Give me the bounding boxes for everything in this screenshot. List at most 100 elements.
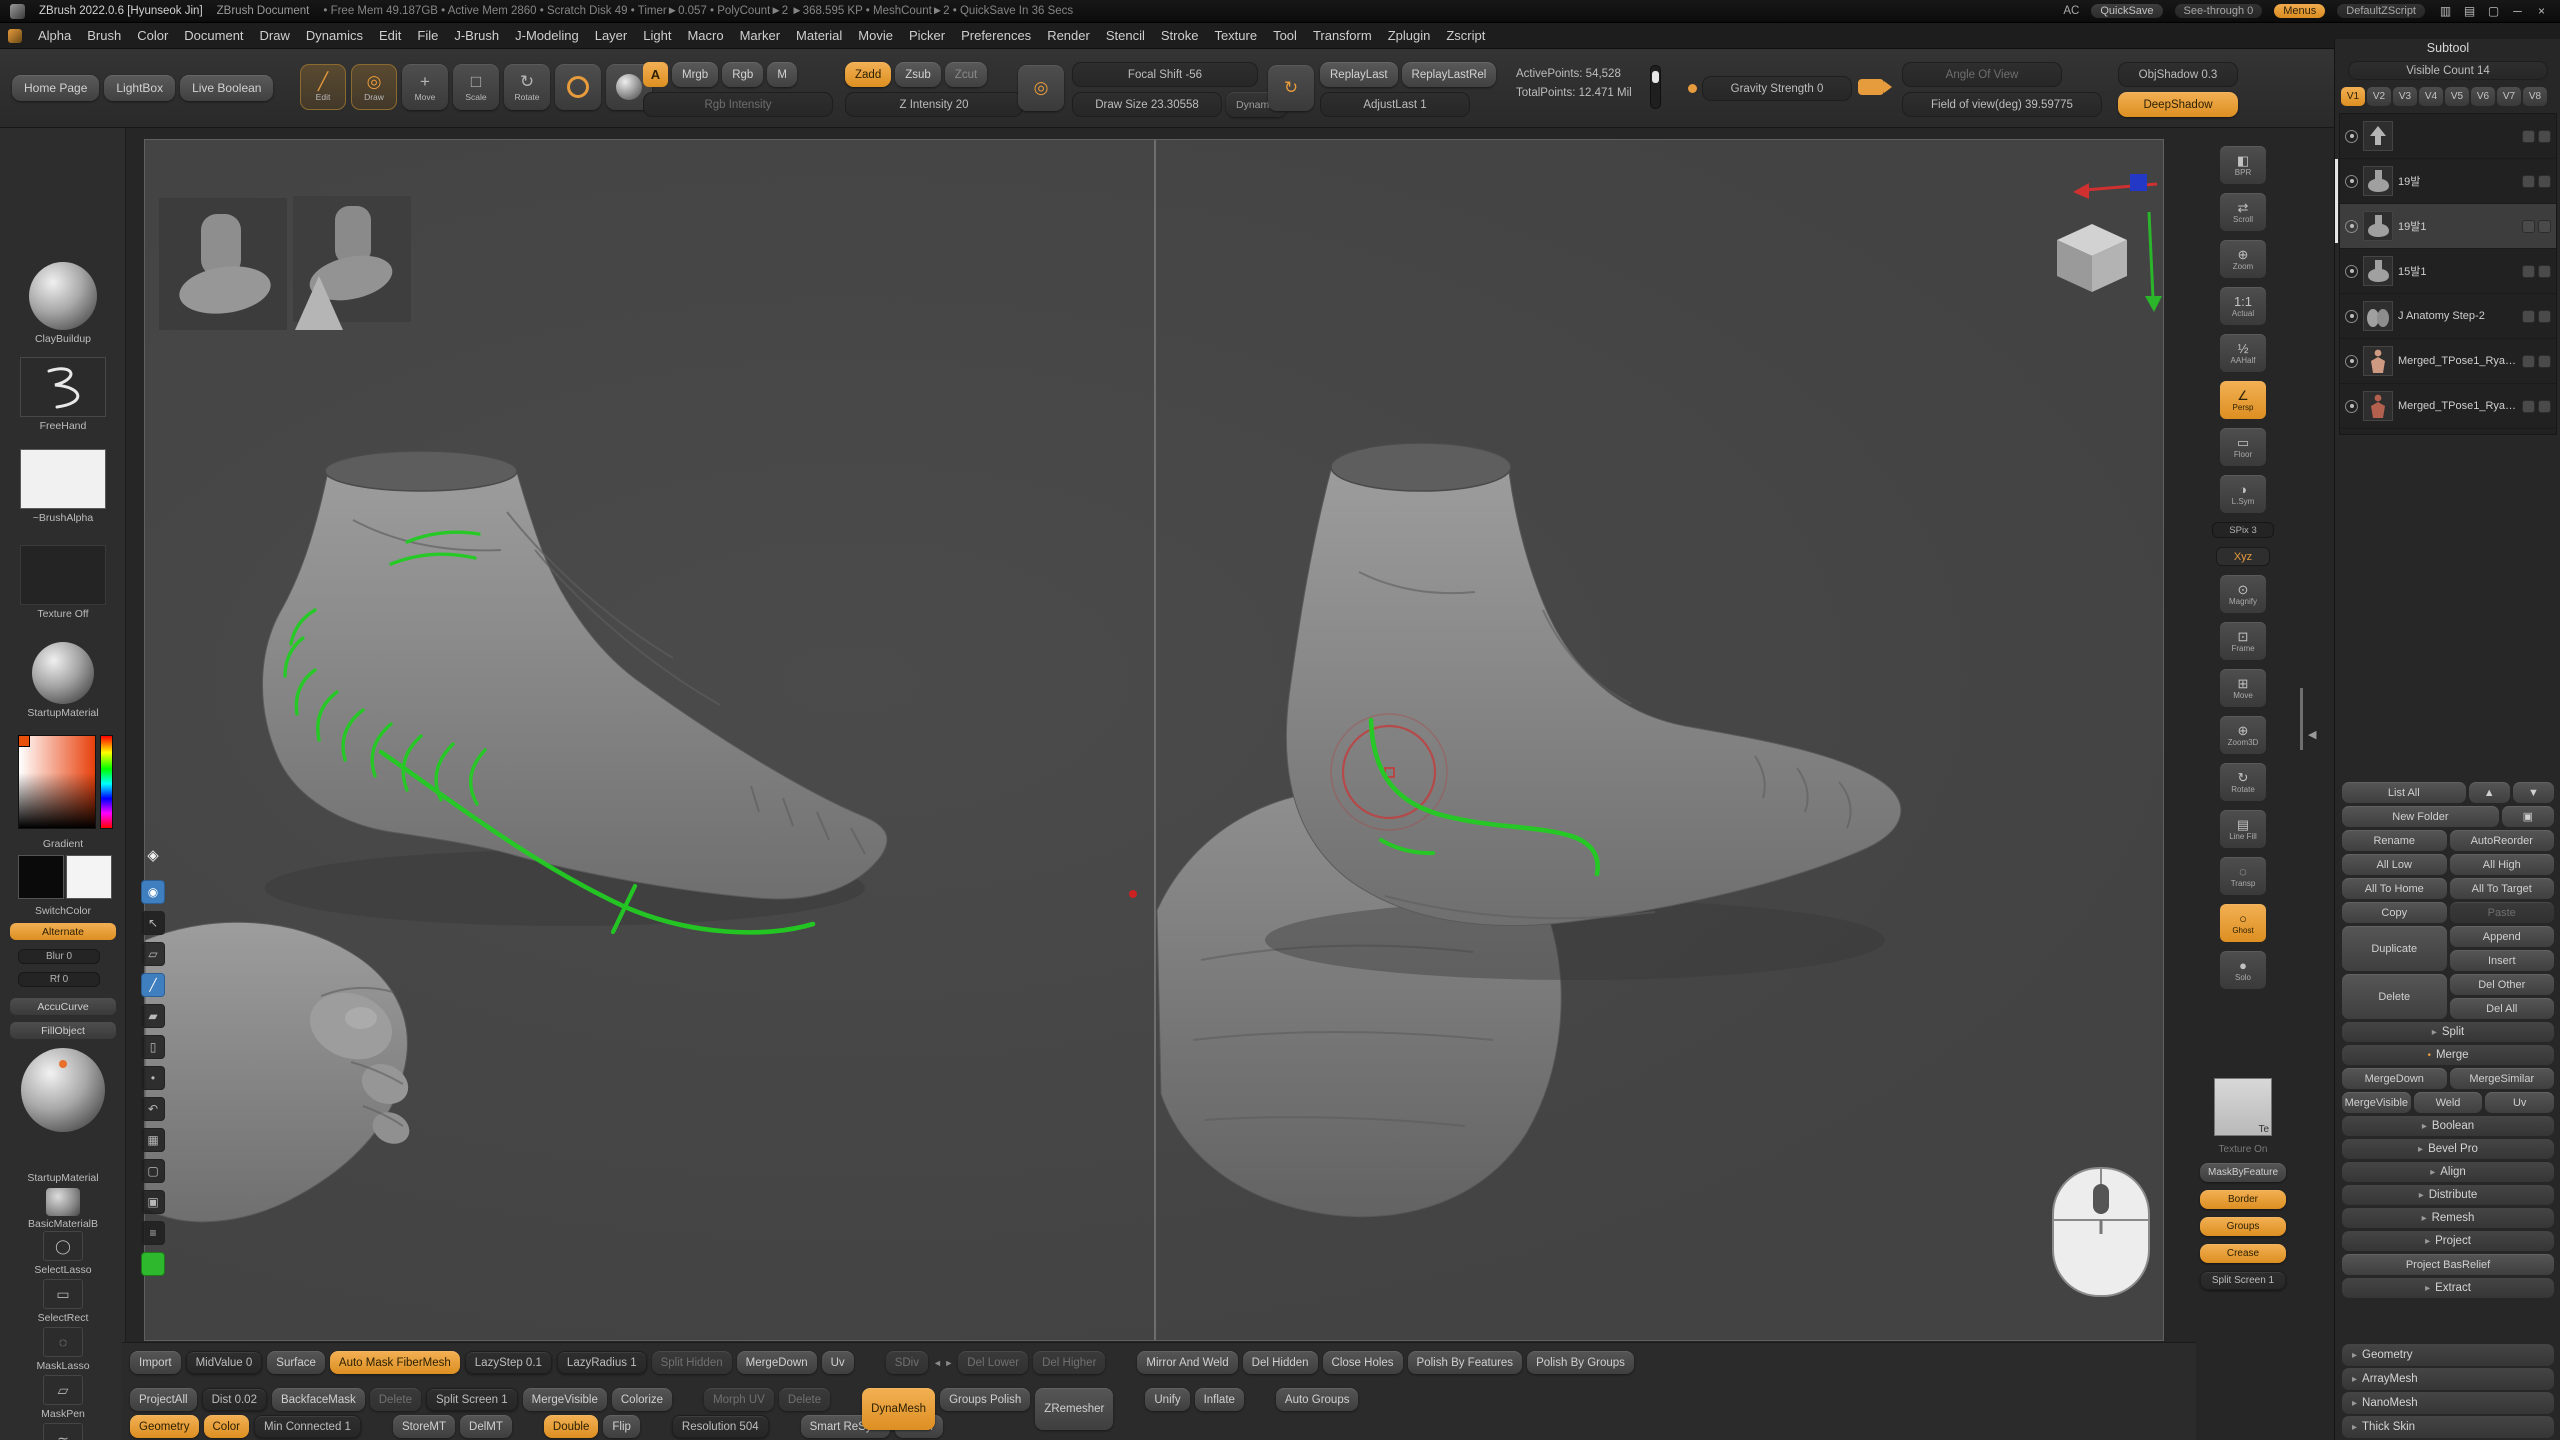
button-mergevisible[interactable]: MergeVisible [523, 1388, 607, 1411]
field-of-view-slider[interactable]: Field of view(deg) 39.59775 [1902, 92, 2102, 117]
shelf-bpr-button[interactable]: ◧BPR [2220, 146, 2266, 184]
button-uv[interactable]: Uv [822, 1351, 854, 1374]
shelf-transp-button[interactable]: ◌Transp [2220, 857, 2266, 895]
shelf-zoom-button[interactable]: ⊕Zoom [2220, 240, 2266, 278]
zadd-button[interactable]: Zadd [845, 62, 891, 87]
current-material-ball[interactable] [21, 1048, 105, 1132]
button-uv[interactable]: Uv [2485, 1092, 2554, 1113]
shelf-zoom3d-button[interactable]: ⊕Zoom3D [2220, 716, 2266, 754]
tab-v7[interactable]: V7 [2497, 87, 2521, 106]
uv-toggle-icon[interactable] [2538, 355, 2551, 368]
button-project-basrelief[interactable]: Project BasRelief [2342, 1254, 2554, 1275]
rf-slider[interactable]: Rf 0 [18, 972, 100, 987]
claybuildup-thumbnail[interactable] [29, 262, 97, 330]
subtool-item-6[interactable]: Merged_TPose1_Ryan_Kingslie... [2340, 384, 2556, 429]
adjust-last-slider[interactable]: AdjustLast 1 [1320, 92, 1470, 117]
visible-count-slider[interactable]: Visible Count 14 [2348, 61, 2548, 80]
menu-layer[interactable]: Layer [587, 26, 636, 45]
z-intensity-slider[interactable]: Z Intensity 20 [845, 92, 1023, 117]
brush-slot-freehand[interactable]: FreeHand [0, 357, 126, 432]
button-rename[interactable]: Rename [2342, 830, 2447, 851]
menu-material[interactable]: Material [788, 26, 850, 45]
move-button[interactable]: + Move [402, 64, 448, 110]
paint-toggle-icon[interactable] [2522, 265, 2535, 278]
visibility-eye-icon[interactable] [2345, 265, 2358, 278]
border-button[interactable]: Border [2200, 1190, 2286, 1209]
button-groups-polish[interactable]: Groups Polish [940, 1388, 1030, 1411]
uv-toggle-icon[interactable] [2538, 175, 2551, 188]
button-color[interactable]: Color [204, 1415, 249, 1438]
edit-button[interactable]: ╱ Edit [300, 64, 346, 110]
crease-button[interactable]: Crease [2200, 1244, 2286, 1263]
button-mergevisible[interactable]: MergeVisible [2342, 1092, 2411, 1113]
replay-last-button[interactable]: ReplayLast [1320, 62, 1398, 87]
button-mergedown[interactable]: MergeDown [737, 1351, 817, 1374]
points-vertical-slider[interactable] [1650, 65, 1661, 109]
quicksave-button[interactable]: QuickSave [2091, 4, 2162, 18]
subtool-item-1[interactable]: 19발 [2340, 159, 2556, 204]
button-storemt[interactable]: StoreMT [393, 1415, 455, 1438]
button-auto-mask-fibermesh[interactable]: Auto Mask FiberMesh [330, 1351, 460, 1374]
default-zscript-button[interactable]: DefaultZScript [2337, 4, 2425, 18]
angle-of-view-slider[interactable]: Angle Of View [1902, 62, 2062, 87]
button-del-lower[interactable]: Del Lower [958, 1351, 1028, 1374]
button-del-higher[interactable]: Del Higher [1033, 1351, 1105, 1374]
button-weld[interactable]: Weld [2414, 1092, 2483, 1113]
brush-slot-texture-off[interactable]: Texture Off [0, 545, 126, 620]
gravity-strength-slider[interactable]: Gravity Strength 0 [1702, 76, 1852, 101]
camera-icon[interactable] [1858, 79, 1884, 95]
button-item[interactable]: ▣ [2502, 806, 2554, 827]
shelf-ghost-button[interactable]: ○Ghost [2220, 904, 2266, 942]
button-del-other[interactable]: Del Other [2450, 974, 2555, 995]
ac-label[interactable]: AC [2063, 5, 2079, 17]
grid-icon[interactable]: ▦ [141, 1128, 165, 1152]
visibility-eye-icon[interactable] [2345, 310, 2358, 323]
menu-zplugin[interactable]: Zplugin [1380, 26, 1439, 45]
button-lazystep-0-1[interactable]: LazyStep 0.1 [465, 1351, 552, 1374]
menu-tool[interactable]: Tool [1265, 26, 1305, 45]
section-arraymesh[interactable]: ▸ArrayMesh [2342, 1368, 2554, 1390]
button-copy[interactable]: Copy [2342, 902, 2447, 923]
menu-draw[interactable]: Draw [252, 26, 298, 45]
button-surface[interactable]: Surface [267, 1351, 325, 1374]
alternate-button[interactable]: Alternate [10, 923, 116, 940]
layout-icon[interactable]: ▤ [2461, 4, 2478, 18]
closeup-foot-model[interactable] [145, 922, 415, 1222]
accucurve-button[interactable]: AccuCurve [10, 998, 116, 1015]
home-page-button[interactable]: Home Page [12, 75, 99, 101]
replay-button[interactable]: ↻ [1268, 65, 1314, 111]
focal-shift-button[interactable]: ◎ [1018, 65, 1064, 111]
shelf-scroll-button[interactable]: ⇄Scroll [2220, 193, 2266, 231]
button-del-all[interactable]: Del All [2450, 998, 2555, 1019]
tab-v6[interactable]: V6 [2471, 87, 2495, 106]
shelf-aahalf-button[interactable]: ½AAHalf [2220, 334, 2266, 372]
section-project[interactable]: ▸Project [2342, 1231, 2554, 1251]
menu-file[interactable]: File [409, 26, 446, 45]
undo-icon[interactable]: ↶ [141, 1097, 165, 1121]
menu-texture[interactable]: Texture [1206, 26, 1265, 45]
uv-toggle-icon[interactable] [2538, 130, 2551, 143]
m-button[interactable]: M [767, 62, 797, 87]
focal-shift-slider[interactable]: Focal Shift -56 [1072, 62, 1258, 87]
section-extract[interactable]: ▸Extract [2342, 1278, 2554, 1298]
menu-stencil[interactable]: Stencil [1098, 26, 1153, 45]
menus-button[interactable]: Menus [2274, 4, 2325, 18]
paint-toggle-icon[interactable] [2522, 310, 2535, 323]
dot-icon[interactable]: • [141, 1066, 165, 1090]
button-delete[interactable]: Delete [370, 1388, 421, 1411]
button-polish-by-groups[interactable]: Polish By Groups [1527, 1351, 1634, 1374]
visibility-eye-icon[interactable] [2345, 130, 2358, 143]
menu-macro[interactable]: Macro [679, 26, 731, 45]
shelf-solo-button[interactable]: ●Solo [2220, 951, 2266, 989]
canvas-scrollbar[interactable] [2300, 688, 2303, 750]
menu-render[interactable]: Render [1039, 26, 1098, 45]
tab-v2[interactable]: V2 [2367, 87, 2391, 106]
tool-slot-smooth[interactable]: ∼Smooth [0, 1423, 126, 1440]
subtool-item-3[interactable]: 15발1 [2340, 249, 2556, 294]
lasso-icon[interactable]: ▱ [141, 942, 165, 966]
shelf-actual-button[interactable]: 1:1Actual [2220, 287, 2266, 325]
shelf-persp-button[interactable]: ∠Persp [2220, 381, 2266, 419]
section-thick-skin[interactable]: ▸Thick Skin [2342, 1416, 2554, 1438]
paint-stroke-icon[interactable]: ╱ [141, 973, 165, 997]
close-icon[interactable]: × [2533, 4, 2550, 18]
